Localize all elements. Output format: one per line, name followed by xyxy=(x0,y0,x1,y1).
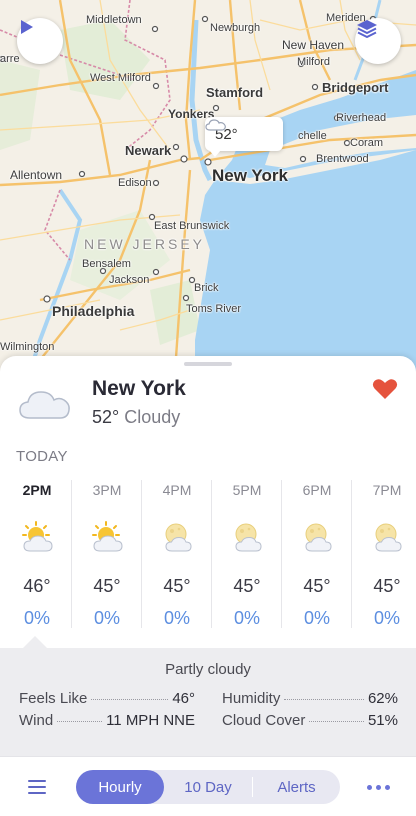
map-label-east-brunswick: East Brunswick xyxy=(154,220,230,232)
hour-detail-panel: Partly cloudy Feels Like 46° Humidity 62… xyxy=(0,648,416,756)
map-label-wilmington: Wilmington xyxy=(0,341,55,353)
map-label-new-haven: New Haven xyxy=(282,38,345,52)
map-label-stamford: Stamford xyxy=(206,85,264,100)
map-label-milford: Milford xyxy=(297,56,331,68)
hour-time: 5PM xyxy=(232,482,262,498)
map-view[interactable]: Middletown Newburgh Meriden arre New Hav… xyxy=(0,0,416,372)
map-label-bridgeport: Bridgeport xyxy=(322,80,389,95)
partly-cloudy-moon-icon xyxy=(231,520,265,554)
humidity-label: Humidity xyxy=(222,690,281,707)
hour-temperature: 45° xyxy=(93,576,121,596)
map-label-new-jersey: NEW JERSEY xyxy=(84,236,206,252)
hour-precipitation: 0% xyxy=(303,608,330,628)
current-condition-text: Cloudy xyxy=(124,407,181,427)
map-label-edison: Edison xyxy=(118,177,152,189)
hour-precipitation: 0% xyxy=(163,608,190,628)
humidity-value: 62% xyxy=(367,690,398,707)
map-temperature-bubble[interactable]: 52° xyxy=(205,117,283,157)
hour-precipitation: 0% xyxy=(373,608,400,628)
map-label-jackson: Jackson xyxy=(109,274,150,286)
detail-wind: Wind 11 MPH NNE xyxy=(19,712,195,729)
hour-temperature: 45° xyxy=(233,576,261,596)
hour-column[interactable]: 7PM 45° 0% xyxy=(352,476,416,628)
hour-time: 2PM xyxy=(22,482,52,498)
map-label-arre: arre xyxy=(0,53,20,65)
detail-humidity: Humidity 62% xyxy=(222,690,398,707)
cloudy-icon xyxy=(19,391,70,419)
cloud-cover-value: 51% xyxy=(367,712,398,729)
cloud-cover-label: Cloud Cover xyxy=(222,712,306,729)
map-label-brentwood: Brentwood xyxy=(316,153,369,165)
hour-column[interactable]: 5PM 45° 0% xyxy=(212,476,282,628)
hour-precipitation: 0% xyxy=(23,608,50,628)
hour-precipitation: 0% xyxy=(233,608,260,628)
map-label-middletown: Middletown xyxy=(86,14,142,26)
dot-icon xyxy=(366,784,372,790)
detail-summary: Partly cloudy xyxy=(165,661,251,678)
tab-10-day[interactable]: 10 Day xyxy=(164,770,252,804)
wind-label: Wind xyxy=(19,712,54,729)
hour-temperature: 46° xyxy=(23,576,51,596)
leader-dots xyxy=(309,721,364,722)
map-label-toms-river: Toms River xyxy=(186,303,242,315)
current-temp: 52° xyxy=(92,407,120,427)
partly-cloudy-moon-icon xyxy=(301,520,335,554)
map-label-newark: Newark xyxy=(125,143,172,158)
today-label: TODAY xyxy=(16,448,68,465)
hourly-forecast[interactable]: 2PM 46° 0% 3PM 45° 0% 4PM 45° 0% 5PM 45° 0% 6PM 45° 0%… xyxy=(0,476,416,628)
map-label-riverhead: Riverhead xyxy=(336,112,387,124)
dot-icon xyxy=(384,784,390,790)
leader-dots xyxy=(57,721,103,722)
map-label-coram: Coram xyxy=(350,137,384,149)
layers-button[interactable] xyxy=(355,18,401,64)
hour-time: 7PM xyxy=(372,482,402,498)
feels-like-value: 46° xyxy=(172,690,195,707)
map-label-philadelphia: Philadelphia xyxy=(52,303,135,319)
hour-time: 3PM xyxy=(92,482,122,498)
map-label-bensalem: Bensalem xyxy=(82,258,131,270)
weather-sheet: New York 52° Cloudy TODAY 2PM 46° 0% 3PM 45°… xyxy=(0,356,416,816)
hour-time: 6PM xyxy=(302,482,332,498)
hour-precipitation: 0% xyxy=(93,608,120,628)
detail-feels-like: Feels Like 46° xyxy=(19,690,195,707)
more-options-button[interactable] xyxy=(362,775,394,799)
partly-sunny-icon xyxy=(91,520,125,554)
partly-cloudy-moon-icon xyxy=(371,520,405,554)
current-conditions: 52° Cloudy xyxy=(92,407,180,428)
view-segmented-control: Hourly 10 Day Alerts xyxy=(76,770,340,804)
hour-column[interactable]: 3PM 45° 0% xyxy=(72,476,142,628)
detail-cloud-cover: Cloud Cover 51% xyxy=(222,712,398,729)
partly-cloudy-moon-icon xyxy=(161,520,195,554)
map-label-new-york: New York xyxy=(212,166,288,185)
map-label-allentown: Allentown xyxy=(10,168,63,182)
map-label-chelle: chelle xyxy=(298,130,327,142)
hour-column[interactable]: 4PM 45° 0% xyxy=(142,476,212,628)
hour-column[interactable]: 2PM 46° 0% xyxy=(2,476,72,628)
bottom-toolbar: Hourly 10 Day Alerts xyxy=(0,756,416,816)
hour-temperature: 45° xyxy=(163,576,191,596)
tab-alerts[interactable]: Alerts xyxy=(253,770,340,804)
play-icon xyxy=(21,20,33,34)
hour-temperature: 45° xyxy=(303,576,331,596)
leader-dots xyxy=(284,699,364,700)
layers-icon xyxy=(357,20,377,38)
dot-icon xyxy=(375,784,381,790)
wind-value: 11 MPH NNE xyxy=(106,712,195,729)
cloud-icon xyxy=(205,119,226,131)
map-label-newburgh: Newburgh xyxy=(210,22,261,34)
map-label-west-milford: West Milford xyxy=(90,72,151,84)
hour-time: 4PM xyxy=(162,482,192,498)
map-label-brick: Brick xyxy=(194,282,219,294)
play-button[interactable] xyxy=(17,18,63,64)
feels-like-label: Feels Like xyxy=(19,690,88,707)
sheet-grabber[interactable] xyxy=(184,362,232,366)
location-city: New York xyxy=(92,377,186,400)
heart-icon[interactable] xyxy=(372,378,398,400)
hour-temperature: 45° xyxy=(373,576,401,596)
tab-hourly[interactable]: Hourly xyxy=(76,770,164,804)
hour-column[interactable]: 6PM 45° 0% xyxy=(282,476,352,628)
menu-icon[interactable] xyxy=(24,775,52,799)
leader-dots xyxy=(91,699,169,700)
partly-sunny-icon xyxy=(21,520,55,554)
